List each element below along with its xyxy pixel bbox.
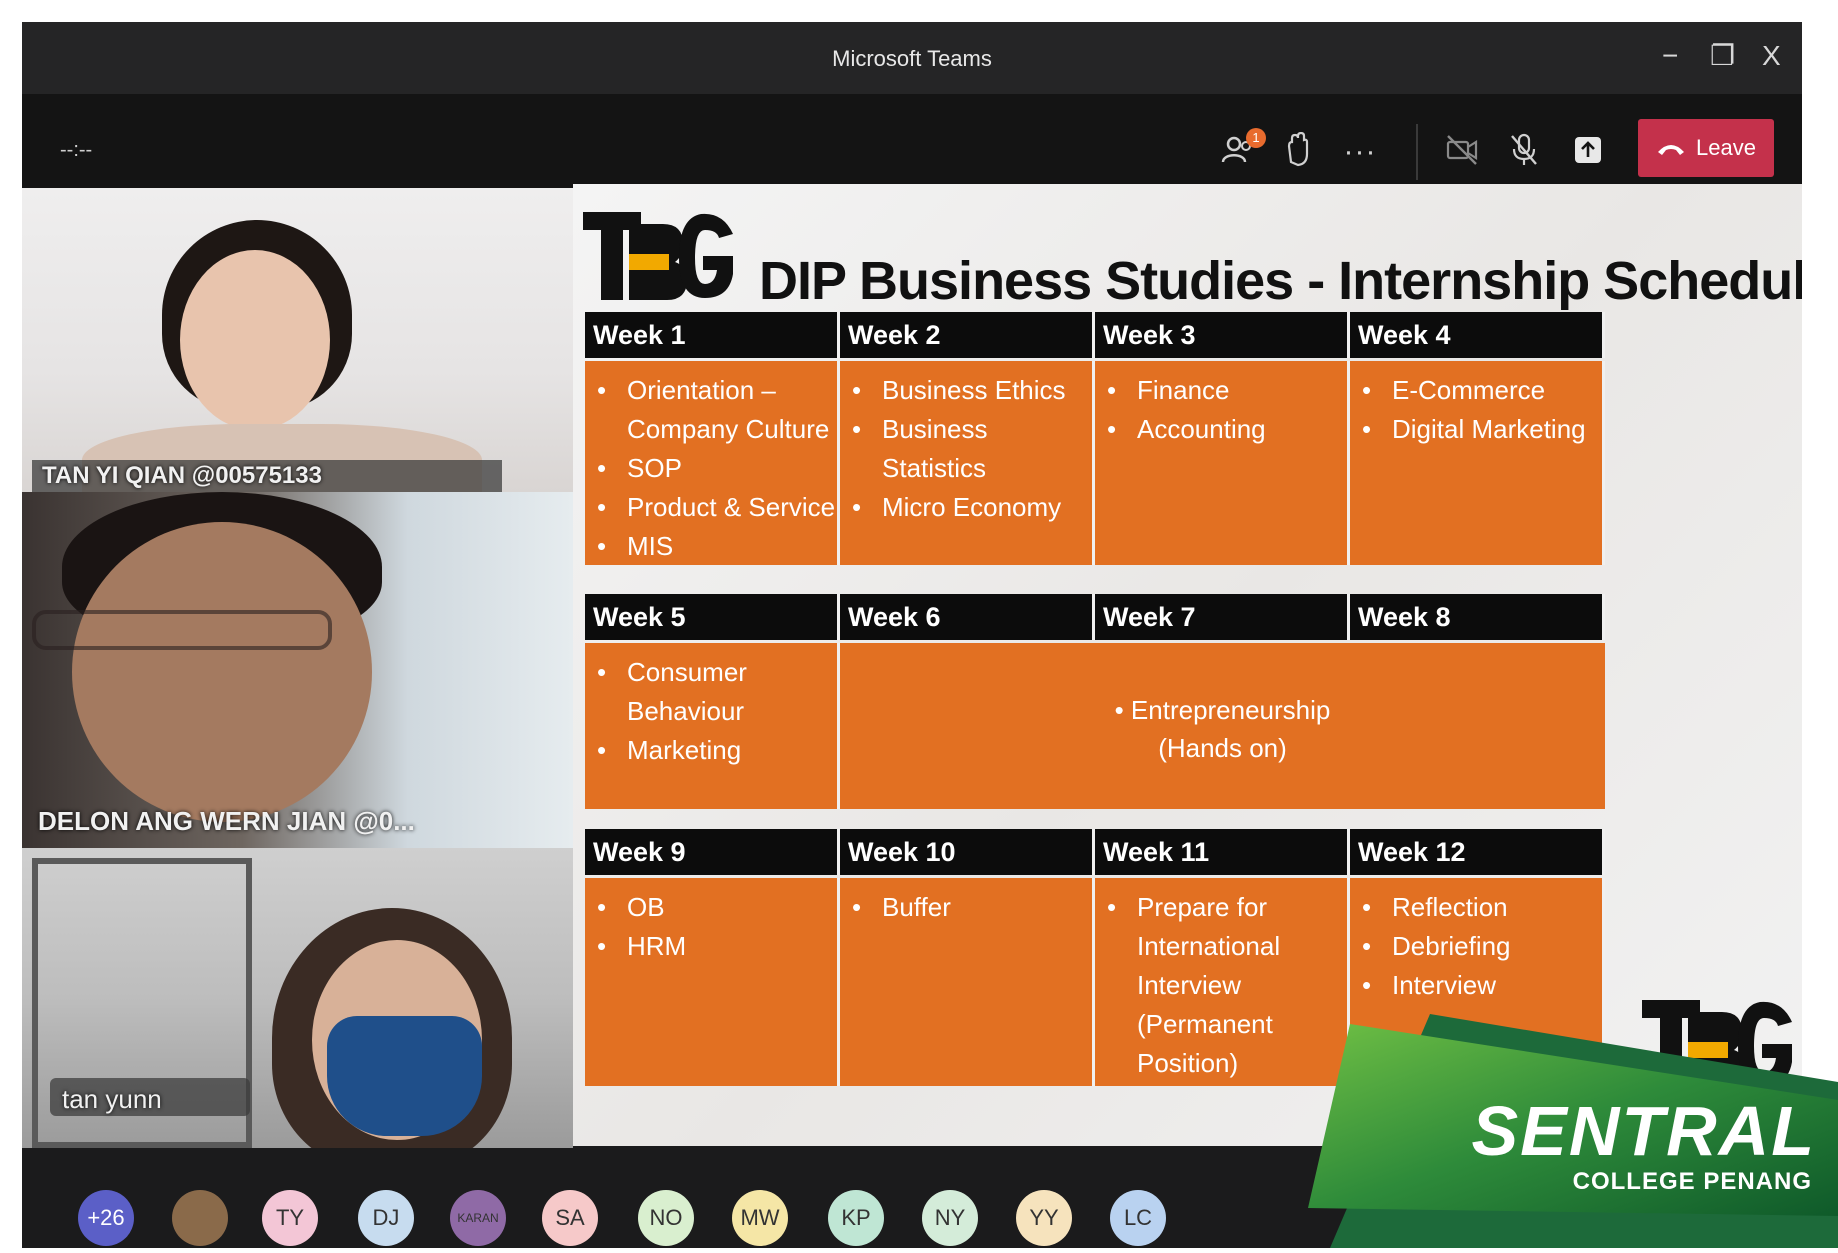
schedule-body-row: Consumer Behaviour Marketing • Entrepren… (585, 643, 1605, 809)
participant-avatar[interactable]: MW (732, 1190, 788, 1246)
week-header: Week 5 (585, 594, 840, 640)
more-participants-avatar[interactable]: +26 (78, 1190, 134, 1246)
schedule-cell: Consumer Behaviour Marketing (585, 643, 840, 809)
participants-badge: 1 (1246, 128, 1266, 148)
schedule-header-row: Week 5 Week 6 Week 7 Week 8 (585, 594, 1605, 640)
participant-avatar[interactable]: DJ (358, 1190, 414, 1246)
more-button[interactable]: ··· (1340, 132, 1380, 172)
participant-avatar[interactable]: KARAN (450, 1190, 506, 1246)
leave-button[interactable]: Leave (1638, 119, 1774, 177)
minimize-button[interactable]: − (1662, 40, 1678, 72)
schedule-cell: OB HRM (585, 878, 840, 1086)
participant-name: TAN YI QIAN @00575133 (42, 462, 322, 489)
participant-avatar[interactable]: KP (828, 1190, 884, 1246)
topic-item: Debriefing (1362, 927, 1602, 966)
maximize-button[interactable]: ❐ (1710, 40, 1735, 72)
video-tile[interactable]: TAN YI QIAN @00575133 (22, 188, 573, 492)
participant-avatar[interactable]: NO (638, 1190, 694, 1246)
mic-toggle[interactable] (1504, 132, 1544, 172)
participant-avatar[interactable] (172, 1190, 228, 1246)
leave-label: Leave (1696, 135, 1756, 160)
week-header: Week 10 (840, 829, 1095, 875)
camera-toggle[interactable] (1442, 132, 1482, 172)
topic-item: Consumer Behaviour (597, 653, 837, 731)
topic-item: Business Statistics (852, 410, 1092, 488)
week-header: Week 2 (840, 312, 1095, 358)
topic-item: Micro Economy (852, 488, 1092, 527)
topic-item: Accounting (1107, 410, 1347, 449)
topic-item: HRM (597, 927, 837, 966)
share-tray-icon (1575, 137, 1601, 163)
slide-title: DIP Business Studies - Internship Schedu… (759, 251, 1802, 311)
topic-item: Reflection (1362, 888, 1602, 927)
phone-icon (1658, 145, 1685, 155)
topic-item: MIS (597, 527, 837, 566)
title-bar: Microsoft Teams − ❐ X (22, 22, 1802, 94)
topic-item: Finance (1107, 371, 1347, 410)
week-header: Week 8 (1350, 594, 1605, 640)
more-icon: ··· (1343, 135, 1377, 168)
schedule-cell: E-Commerce Digital Marketing (1350, 361, 1605, 565)
participant-avatar[interactable]: LC (1110, 1190, 1166, 1246)
week-header: Week 3 (1095, 312, 1350, 358)
close-button[interactable]: X (1762, 40, 1781, 72)
participant-avatar[interactable]: TY (262, 1190, 318, 1246)
tbg-logo (583, 204, 743, 300)
week-header: Week 11 (1095, 829, 1350, 875)
schedule-header-row: Week 1 Week 2 Week 3 Week 4 (585, 312, 1605, 358)
week-header: Week 12 (1350, 829, 1605, 875)
topic-item: Digital Marketing (1362, 410, 1602, 449)
topic-item: Buffer (852, 888, 1092, 927)
video-tile[interactable]: tan yunn (22, 848, 573, 1148)
topic-item: • Entrepreneurship (1114, 695, 1331, 725)
week-header: Week 1 (585, 312, 840, 358)
brand-name: SENTRAL (1471, 1092, 1816, 1170)
share-button[interactable] (1568, 132, 1608, 172)
participant-avatar[interactable]: YY (1016, 1190, 1072, 1246)
merged-schedule-cell: • Entrepreneurship (Hands on) (840, 643, 1605, 809)
mic-off-icon (1511, 133, 1537, 165)
schedule-cell: Business Ethics Business Statistics Micr… (840, 361, 1095, 565)
meeting-timer: --:-- (60, 139, 93, 161)
participant-name: DELON ANG WERN JIAN @0... (38, 806, 415, 836)
toolbar-divider (1416, 124, 1418, 180)
week-header: Week 9 (585, 829, 840, 875)
topic-item: Business Ethics (852, 371, 1092, 410)
topic-item: E-Commerce (1362, 371, 1602, 410)
schedule-cell: Finance Accounting (1095, 361, 1350, 565)
schedule-body-row: Orientation – Company Culture SOP Produc… (585, 361, 1605, 566)
schedule-cell: Orientation – Company Culture SOP Produc… (585, 361, 840, 566)
topic-item: OB (597, 888, 837, 927)
raise-hand-icon (1287, 131, 1309, 167)
raise-hand-button[interactable] (1278, 131, 1318, 172)
video-tile[interactable]: DELON ANG WERN JIAN @0... (22, 492, 573, 848)
camera-off-icon (1446, 135, 1478, 165)
brand-subtitle: COLLEGE PENANG (1572, 1168, 1812, 1195)
week-header: Week 7 (1095, 594, 1350, 640)
sentral-brand-overlay: SENTRAL COLLEGE PENANG (1290, 1000, 1838, 1248)
week-header: Week 6 (840, 594, 1095, 640)
window-title: Microsoft Teams (832, 46, 992, 71)
week-header: Week 4 (1350, 312, 1605, 358)
participant-avatar[interactable]: NY (922, 1190, 978, 1246)
topic-item: SOP (597, 449, 837, 488)
topic-item: Product & Service (597, 488, 837, 527)
schedule-header-row: Week 9 Week 10 Week 11 Week 12 (585, 829, 1605, 875)
topic-item-note: (Hands on) (1158, 733, 1287, 763)
participant-avatar[interactable]: SA (542, 1190, 598, 1246)
participant-name: tan yunn (62, 1084, 162, 1114)
topic-item: Marketing (597, 731, 837, 770)
schedule-cell: Buffer (840, 878, 1095, 1086)
topic-item: Orientation – Company Culture (597, 371, 837, 449)
